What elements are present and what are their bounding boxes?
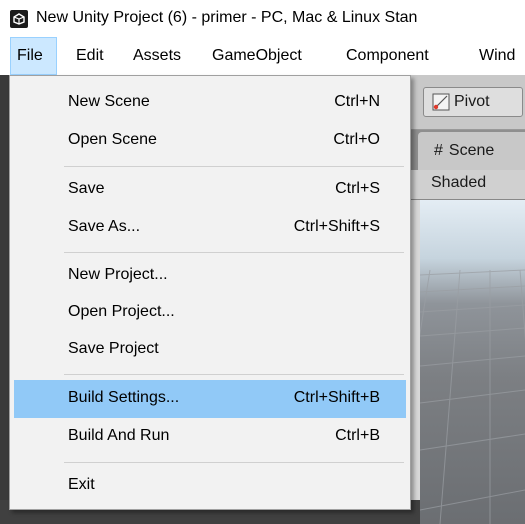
pivot-icon [432,93,450,111]
menu-item-label: Open Scene [68,131,157,148]
menu-item-shortcut: Ctrl+Shift+S [293,218,380,235]
menu-item-build-and-run[interactable]: Build And Run Ctrl+B [14,418,406,456]
menu-item-save-project[interactable]: Save Project [14,331,406,369]
hash-icon: # [434,142,443,159]
scene-toolbar: Shaded [410,170,525,200]
scene-viewport[interactable] [420,200,525,524]
menu-gameobject[interactable]: GameObject [212,37,302,75]
editor-toolbar: Pivot [410,75,525,130]
menu-bar: File Edit Assets GameObject Component Wi… [0,37,525,75]
menu-window[interactable]: Wind [479,37,515,75]
menu-item-save[interactable]: Save Ctrl+S [14,171,406,209]
menu-item-shortcut: Ctrl+B [335,427,380,444]
scene-grid [420,269,525,524]
menu-edit[interactable]: Edit [76,37,104,75]
menu-item-shortcut: Ctrl+O [333,131,380,148]
pivot-toggle-button[interactable]: Pivot [423,87,523,117]
menu-separator [64,166,404,167]
shading-mode-dropdown[interactable]: Shaded [431,174,486,192]
menu-item-save-as[interactable]: Save As... Ctrl+Shift+S [14,209,406,247]
menu-item-label: New Scene [68,93,150,110]
menu-file[interactable]: File [10,37,57,75]
menu-separator [64,374,404,375]
menu-item-open-scene[interactable]: Open Scene Ctrl+O [14,122,406,160]
title-bar: New Unity Project (6) - primer - PC, Mac… [0,0,525,37]
window-title: New Unity Project (6) - primer - PC, Mac… [36,9,418,26]
menu-item-label: Build And Run [68,427,170,444]
menu-item-label: Open Project... [68,303,175,320]
menu-item-label: Save As... [68,218,141,235]
menu-item-shortcut: Ctrl+Shift+B [293,389,380,406]
pivot-label: Pivot [454,93,490,110]
menu-item-label: New Project... [68,266,168,283]
menu-separator [64,462,404,463]
menu-item-shortcut: Ctrl+N [334,93,380,110]
scene-tab-label: Scene [448,142,495,159]
menu-component[interactable]: Component [346,37,429,75]
menu-item-shortcut: Ctrl+S [335,180,380,197]
menu-separator [64,252,404,253]
menu-item-build-settings[interactable]: Build Settings... Ctrl+Shift+B [14,380,406,418]
menu-item-open-project[interactable]: Open Project... [14,294,406,332]
menu-item-label: Save Project [68,340,159,357]
menu-assets[interactable]: Assets [133,37,181,75]
unity-logo-icon [10,10,28,28]
menu-item-exit[interactable]: Exit [14,467,406,505]
menu-item-label: Build Settings... [68,389,180,406]
scene-tab-bar: # Scene [410,130,525,170]
menu-item-new-scene[interactable]: New Scene Ctrl+N [14,84,406,122]
menu-item-label: Save [68,180,105,197]
tab-scene[interactable]: # Scene [418,132,525,170]
menu-item-new-project[interactable]: New Project... [14,257,406,295]
menu-item-label: Exit [68,476,95,493]
file-menu-dropdown: New Scene Ctrl+N Open Scene Ctrl+O Save … [9,75,411,510]
